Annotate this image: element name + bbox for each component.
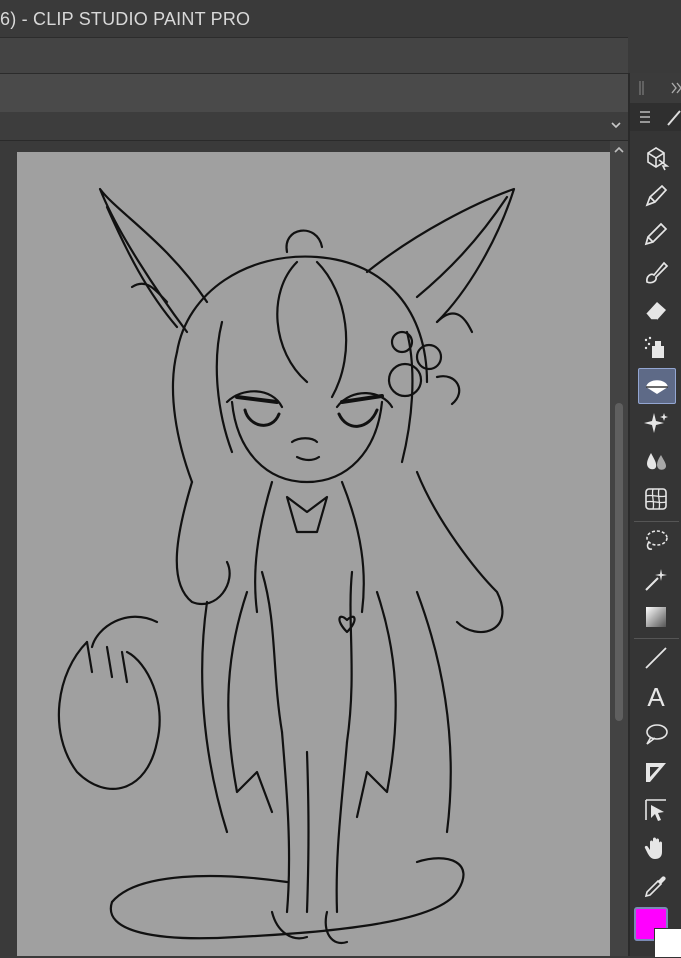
- text-icon-glyph: A: [647, 682, 665, 710]
- sub-color-swatch[interactable]: [654, 928, 681, 958]
- magic-wand-icon[interactable]: [638, 562, 674, 596]
- window-title: 6) - CLIP STUDIO PAINT PRO: [0, 9, 251, 29]
- pen-icon[interactable]: [638, 179, 674, 213]
- text-icon[interactable]: A: [638, 679, 674, 713]
- lasso-icon[interactable]: [638, 524, 674, 558]
- line-icon[interactable]: [638, 641, 674, 675]
- frame-border-icon[interactable]: [638, 755, 674, 789]
- title-bar: 6) - CLIP STUDIO PAINT PRO: [0, 0, 681, 37]
- eyedropper-icon[interactable]: [638, 869, 674, 903]
- fill-icon[interactable]: [638, 368, 676, 404]
- eraser-icon[interactable]: [638, 293, 674, 327]
- operation-icon[interactable]: [638, 141, 674, 175]
- palette-menu-icon[interactable]: [630, 103, 681, 131]
- decoration-icon[interactable]: [638, 331, 674, 365]
- canvas[interactable]: [17, 152, 610, 956]
- sparkle-icon[interactable]: [638, 406, 674, 440]
- hand-icon[interactable]: [638, 831, 674, 865]
- grip-icon[interactable]: [630, 73, 681, 103]
- tool-divider: [634, 638, 679, 639]
- blend-icon[interactable]: [638, 444, 674, 478]
- palette-menu-row: [630, 103, 681, 131]
- ruler-icon[interactable]: [638, 793, 674, 827]
- gradient-icon[interactable]: [638, 600, 674, 634]
- vertical-scrollbar[interactable]: [610, 141, 628, 956]
- tab-bar: [0, 73, 628, 113]
- mesh-transform-icon[interactable]: [638, 482, 674, 516]
- scrollbar-thumb[interactable]: [615, 403, 623, 721]
- line-art-drawing: [57, 187, 516, 945]
- pencil-icon[interactable]: [638, 217, 674, 251]
- brush-icon[interactable]: [638, 255, 674, 289]
- command-bar: [0, 112, 628, 141]
- balloon-icon[interactable]: [638, 717, 674, 751]
- canvas-area[interactable]: [0, 141, 610, 956]
- tool-palette: A: [628, 73, 681, 956]
- menu-bar: [0, 37, 628, 73]
- scroll-up-icon[interactable]: [612, 143, 626, 157]
- tool-divider: [634, 521, 679, 522]
- chevron-down-icon[interactable]: [608, 116, 624, 134]
- palette-header: [630, 73, 681, 103]
